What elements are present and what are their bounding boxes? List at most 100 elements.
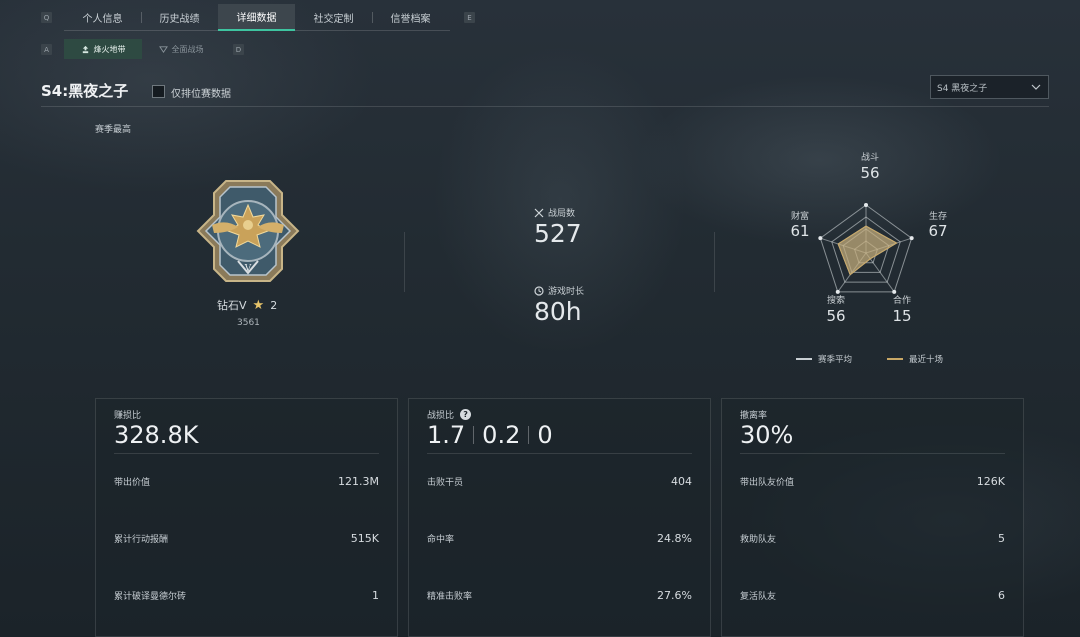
card-divider xyxy=(427,453,692,454)
card-value: 1.7 0.2 0 xyxy=(427,421,553,449)
star-icon: ★ xyxy=(252,297,265,313)
row-value: 515K xyxy=(350,532,379,545)
tab-social-custom[interactable]: 社交定制 xyxy=(295,4,372,31)
rank-score: 3561 xyxy=(237,318,260,328)
radar-chart: 战斗 56 生存 67 合作 15 搜索 56 财富 61 xyxy=(780,145,960,335)
mode-warfare-icon xyxy=(158,45,168,53)
radar-value-teamwork: 15 xyxy=(892,307,912,325)
row-value: 6 xyxy=(998,589,1005,602)
row-label: 复活队友 xyxy=(740,592,777,602)
matches-label-text: 战局数 xyxy=(548,209,576,219)
help-icon[interactable]: ? xyxy=(460,409,472,420)
radar-label-wealth: 财富 xyxy=(790,212,809,222)
rank-stars: 2 xyxy=(270,298,278,312)
radar-value-survival: 67 xyxy=(928,222,948,240)
profile-page: Q 个人信息 历史战绩 详细数据 社交定制 信誉档案 E A 烽火地带 全面战场… xyxy=(0,0,1080,637)
card-label-text: 赚损比 xyxy=(114,411,142,421)
row-value: 24.8% xyxy=(657,532,692,545)
card-row: 带出队友价值 126K xyxy=(740,475,1005,488)
row-value: 5 xyxy=(998,532,1005,545)
column-divider xyxy=(714,232,715,292)
playtime-label: 游戏时长 xyxy=(534,284,584,297)
row-label: 救助队友 xyxy=(740,535,777,545)
season-select[interactable]: S4 黑夜之子 xyxy=(930,75,1049,99)
mode-tab-label: 全面战场 xyxy=(171,44,204,54)
value-separator xyxy=(473,426,475,444)
card-label-text: 撤离率 xyxy=(740,411,768,421)
row-value: 121.3M xyxy=(338,475,379,488)
mode-tab-warfare[interactable]: 全面战场 xyxy=(142,39,220,59)
card-label: 赚损比 xyxy=(114,408,141,421)
card-value-text: 328.8K xyxy=(114,421,199,449)
chevron-down-icon xyxy=(1031,84,1041,90)
card-value-text: 0 xyxy=(537,421,553,449)
tab-reputation[interactable]: 信誉档案 xyxy=(372,4,449,31)
legend-recent-ten: 最近十场 xyxy=(887,353,943,365)
radar-label-search: 搜索 xyxy=(826,296,845,306)
ranked-only-checkbox[interactable] xyxy=(152,85,165,98)
card-divider xyxy=(114,453,379,454)
radar-label-combat: 战斗 xyxy=(860,153,879,163)
row-value: 126K xyxy=(976,475,1005,488)
row-label: 命中率 xyxy=(427,535,455,545)
column-divider xyxy=(404,232,405,292)
card-label: 战损比 ? xyxy=(427,408,472,421)
tab-match-history[interactable]: 历史战绩 xyxy=(141,4,218,31)
mode-extraction-icon xyxy=(82,45,88,53)
radar-value-wealth: 61 xyxy=(790,222,810,240)
row-label: 带出价值 xyxy=(114,478,151,488)
radar-value-search: 56 xyxy=(826,307,846,325)
tab-personal-info[interactable]: 个人信息 xyxy=(64,4,141,31)
playtime-label-text: 游戏时长 xyxy=(548,287,585,297)
card-row: 命中率 24.8% xyxy=(427,532,692,545)
legend-swatch xyxy=(887,358,903,360)
row-value: 404 xyxy=(671,475,692,488)
tab-detailed-data[interactable]: 详细数据 xyxy=(218,4,295,31)
row-label: 精准击败率 xyxy=(427,592,473,602)
legend-label: 赛季平均 xyxy=(818,355,853,365)
card-row: 带出价值 121.3M xyxy=(114,475,379,488)
card-row: 击败干员 404 xyxy=(427,475,692,488)
row-label: 累计行动报酬 xyxy=(114,535,169,545)
clock-icon xyxy=(534,285,544,296)
card-value-text: 0.2 xyxy=(482,421,521,449)
rank-tier: 钻石V xyxy=(217,299,247,312)
card-row: 精准击败率 27.6% xyxy=(427,589,692,602)
legend-swatch xyxy=(796,358,812,360)
card-divider xyxy=(740,453,1005,454)
card-row: 救助队友 5 xyxy=(740,532,1005,545)
row-label: 击败干员 xyxy=(427,478,464,488)
season-select-value: S4 黑夜之子 xyxy=(937,83,988,94)
mode-tab-extraction[interactable]: 烽火地带 xyxy=(64,39,142,59)
card-row: 复活队友 6 xyxy=(740,589,1005,602)
key-hint-prev-tab: Q xyxy=(41,12,52,23)
radar-axis-dot xyxy=(864,203,868,207)
card-value: 30% xyxy=(740,421,793,449)
ranked-only-label[interactable]: 仅排位赛数据 xyxy=(171,85,231,100)
card-value-text: 1.7 xyxy=(427,421,466,449)
card-row: 累计破译曼德尔砖 1 xyxy=(114,589,379,602)
row-label: 累计破译曼德尔砖 xyxy=(114,592,187,602)
matches-label: 战局数 xyxy=(534,206,575,219)
playtime-value: 80h xyxy=(534,297,582,326)
legend-season-average: 赛季平均 xyxy=(796,353,852,365)
card-row: 累计行动报酬 515K xyxy=(114,532,379,545)
stat-card-kd: 战损比 ? 1.7 0.2 0 击败干员 404 命中率 24.8% 精准击败率 27… xyxy=(408,398,711,637)
svg-text:V: V xyxy=(244,264,252,274)
stat-card-extraction: 撤离率 30% 带出队友价值 126K 救助队友 5 复活队友 6 xyxy=(721,398,1024,637)
rank-badge-icon: V xyxy=(196,180,300,282)
main-tabs: 个人信息 历史战绩 详细数据 社交定制 信誉档案 xyxy=(64,4,450,31)
radar-label-teamwork: 合作 xyxy=(892,296,911,306)
crossed-swords-icon xyxy=(534,208,544,217)
key-hint-next-mode: D xyxy=(233,44,244,55)
season-title: S4:黑夜之子 xyxy=(41,82,129,100)
card-value-text: 30% xyxy=(740,421,794,449)
radar-label-survival: 生存 xyxy=(928,212,947,222)
rank-name: 钻石V ★ 2 xyxy=(217,297,277,313)
legend-label: 最近十场 xyxy=(909,355,944,365)
value-separator xyxy=(528,426,530,444)
radar-value-combat: 56 xyxy=(860,164,880,182)
card-value: 328.8K xyxy=(114,421,198,449)
season-best-label: 赛季最高 xyxy=(95,125,132,135)
key-hint-prev-mode: A xyxy=(41,44,52,55)
